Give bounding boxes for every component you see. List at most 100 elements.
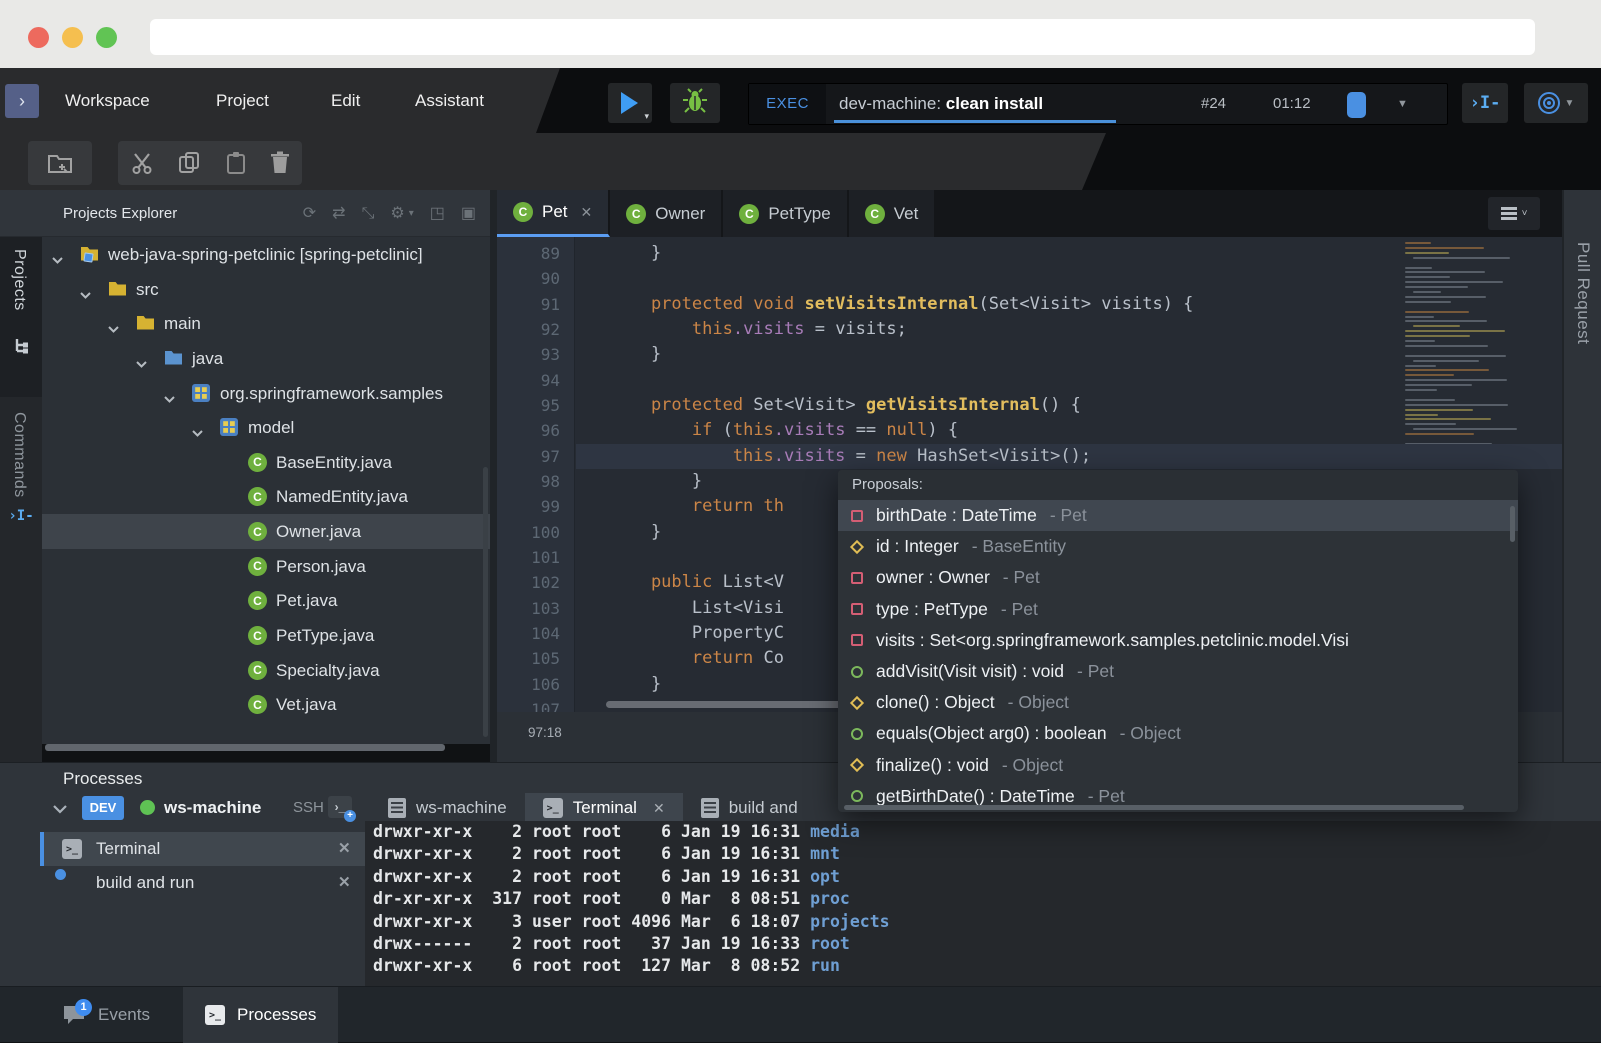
dock-panel-icon[interactable]: ◳ (430, 206, 445, 222)
editor-tab-vet[interactable]: CVet (849, 190, 937, 237)
tree-row[interactable]: org.springframework.samples (42, 376, 490, 411)
tree-row[interactable]: CPetType.java (42, 618, 490, 653)
ssh-label[interactable]: SSH (293, 799, 324, 816)
proposal-item[interactable]: clone() : Object - Object (838, 687, 1518, 718)
side-tab-projects[interactable]: Projects (10, 249, 28, 311)
window-minimize-button[interactable] (62, 27, 83, 48)
class-icon: C (626, 204, 646, 224)
chevron-down-icon[interactable] (52, 251, 63, 269)
code-line: if (this.visits == null) { (610, 418, 958, 443)
process-tab-terminal[interactable]: >_Terminal✕ (525, 793, 683, 823)
minimap-line (1405, 242, 1431, 244)
proposal-item[interactable]: addVisit(Visit visit) : void- Pet (838, 656, 1518, 687)
proposal-origin: - Object (1008, 692, 1069, 713)
popup-vertical-scrollbar[interactable] (1510, 506, 1515, 542)
proposal-label: clone() : Object (876, 692, 995, 713)
chevron-down-icon[interactable] (108, 320, 119, 338)
collapse-menu-button[interactable]: › (5, 84, 39, 118)
side-tab-commands[interactable]: Commands (10, 412, 28, 498)
side-tab-pull-request[interactable]: Pull Request (1573, 242, 1593, 344)
proposal-item[interactable]: type : PetType- Pet (838, 594, 1518, 625)
editor-tab-owner[interactable]: COwner (610, 190, 723, 237)
window-zoom-button[interactable] (96, 27, 117, 48)
exec-dropdown-caret-icon[interactable]: ▼ (1397, 84, 1408, 124)
tree-row[interactable]: CPet.java (42, 583, 490, 618)
tree-horizontal-scrollbar[interactable] (45, 744, 445, 751)
close-icon[interactable]: ✕ (581, 204, 593, 221)
projects-explorer-title: Projects Explorer (63, 190, 177, 237)
proposal-item[interactable]: id : Integer- BaseEntity (838, 531, 1518, 562)
tree-row[interactable]: CVet.java (42, 687, 490, 722)
tree-row[interactable]: CSpecialty.java (42, 653, 490, 688)
machine-name[interactable]: ws-machine (164, 796, 261, 820)
close-icon[interactable]: ✕ (338, 832, 351, 866)
tree-row[interactable]: model (42, 410, 490, 445)
tree-row[interactable]: CNamedEntity.java (42, 479, 490, 514)
tree-row[interactable]: src (42, 272, 490, 307)
menu-item-workspace[interactable]: Workspace (65, 68, 150, 133)
proposal-item[interactable]: visits : Set<org.springframework.samples… (838, 625, 1518, 656)
tree-row[interactable]: web-java-spring-petclinic [spring-petcli… (42, 237, 490, 272)
minimap-line (1405, 296, 1486, 298)
exec-command[interactable]: dev-machine: clean install (839, 84, 1043, 124)
chevron-down-icon[interactable] (164, 390, 175, 408)
process-list-item-build-and-run[interactable]: build and run✕ (40, 866, 365, 900)
method-yellow-icon (850, 696, 864, 710)
process-tab-build-and[interactable]: build and (683, 793, 816, 823)
new-terminal-icon[interactable]: ›_+ (328, 796, 352, 818)
delete-icon[interactable] (270, 151, 290, 175)
proposal-item[interactable]: birthDate : DateTime- Pet (838, 500, 1518, 531)
import-icon[interactable]: ⇄ (332, 206, 345, 222)
new-project-button[interactable] (28, 141, 92, 185)
editor-tab-pettype[interactable]: CPetType (723, 190, 848, 237)
tree-vertical-scrollbar[interactable] (483, 467, 488, 737)
tree-row[interactable]: COwner.java (42, 514, 490, 549)
maximize-panel-icon[interactable]: ▣ (461, 206, 476, 222)
panel-divider[interactable] (490, 190, 497, 762)
settings-caret-icon[interactable]: ▾ (409, 206, 414, 222)
tab-events[interactable]: 1 Events (40, 987, 172, 1043)
tree-item-label: Owner.java (276, 514, 361, 549)
tree-row[interactable]: CBaseEntity.java (42, 445, 490, 480)
close-icon[interactable]: ✕ (653, 800, 665, 817)
process-tab-ws-machine[interactable]: ws-machine (370, 793, 525, 823)
address-bar[interactable] (150, 19, 1535, 55)
paste-icon[interactable] (225, 151, 247, 175)
code-line: public List<V (610, 570, 784, 595)
stop-button[interactable] (1347, 92, 1366, 118)
field-red-icon (851, 603, 863, 615)
popup-horizontal-scrollbar[interactable] (844, 805, 1464, 810)
cut-icon[interactable] (130, 151, 154, 175)
minimap-line (1413, 325, 1460, 327)
editor-tab-pet[interactable]: CPet✕ (497, 190, 610, 237)
editor-tab-list-button[interactable]: ˅ (1488, 197, 1540, 230)
tree-row[interactable]: java (42, 341, 490, 376)
debug-button[interactable] (670, 83, 720, 123)
chevron-down-icon[interactable] (136, 355, 147, 373)
close-icon[interactable]: ✕ (338, 866, 351, 900)
process-list-item-terminal[interactable]: >_Terminal✕ (40, 832, 365, 866)
run-button[interactable]: ▾ (608, 83, 652, 123)
menu-item-edit[interactable]: Edit (331, 68, 360, 133)
proposal-item[interactable]: finalize() : void- Object (838, 750, 1518, 781)
tab-processes[interactable]: >_ Processes (183, 987, 338, 1043)
settings-icon[interactable]: ⚙ (390, 206, 404, 222)
chevron-down-icon[interactable] (80, 286, 91, 304)
target-selector-button[interactable]: ▼ (1524, 83, 1588, 123)
menu-item-project[interactable]: Project (216, 68, 269, 133)
machine-expand-chevron-icon[interactable] (53, 801, 67, 819)
edit-toolbar (118, 141, 302, 185)
menu-item-assistant[interactable]: Assistant (415, 68, 484, 133)
copy-icon[interactable] (177, 151, 201, 175)
proposal-item[interactable]: equals(Object arg0) : boolean- Object (838, 718, 1518, 749)
proposal-item[interactable]: owner : Owner- Pet (838, 562, 1518, 593)
refresh-icon[interactable]: ⟳ (303, 206, 316, 222)
collapse-all-icon[interactable]: ⤡ (362, 206, 375, 222)
chevron-down-icon[interactable] (192, 424, 203, 442)
terminal-command-button[interactable]: ›I- (1462, 83, 1508, 123)
tree-row[interactable]: main (42, 306, 490, 341)
tree-row[interactable]: CPerson.java (42, 549, 490, 584)
terminal-output[interactable]: drwxr-xr-x 2 root root 6 Jan 19 16:31 me… (365, 821, 1601, 988)
method-green-icon (851, 728, 863, 740)
window-close-button[interactable] (28, 27, 49, 48)
